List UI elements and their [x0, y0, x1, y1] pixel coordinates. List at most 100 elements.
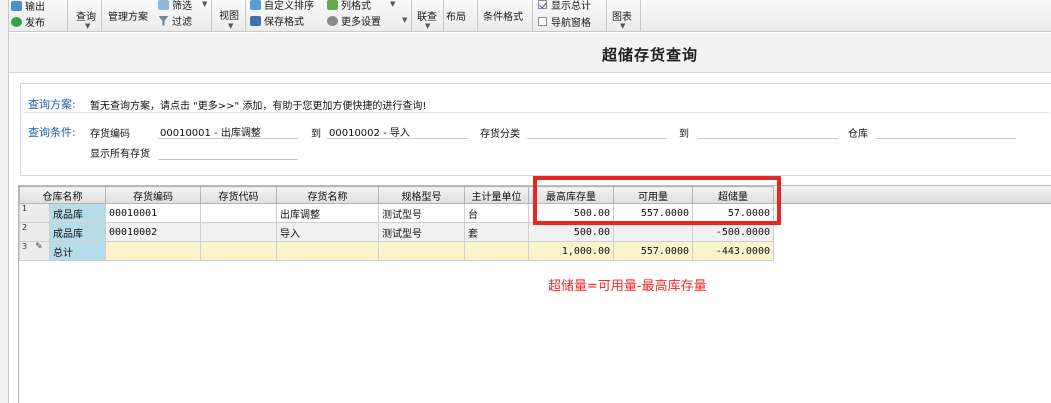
available-cell[interactable]: 557.0000: [613, 241, 693, 261]
link-query-label: 联查: [417, 12, 437, 23]
row-number: 3 ✎: [19, 241, 50, 261]
chart-dropdown-icon[interactable]: ▼: [620, 22, 625, 30]
filter-dropdown-icon[interactable]: ▼: [202, 0, 207, 8]
inv-code-label: 存货编码: [90, 129, 130, 140]
more-settings-dropdown-icon[interactable]: ▼: [402, 16, 407, 24]
row-number: 1: [19, 203, 50, 223]
inv-code-cell[interactable]: 00010001: [105, 203, 201, 223]
custom-sort-label: 自定义排序: [264, 1, 314, 12]
layout-button[interactable]: 布局: [446, 8, 466, 23]
warehouse-cell[interactable]: 成品库: [49, 222, 106, 242]
funnel-icon: [158, 15, 169, 26]
nav-pane-label: 导航窗格: [551, 18, 591, 29]
row-number: 2: [19, 222, 50, 242]
grid-header-filler: [774, 186, 1051, 204]
publish-icon: [11, 16, 22, 27]
warehouse-cell[interactable]: 总计: [49, 241, 106, 261]
ribbon-separator: [532, 0, 533, 32]
show-total-checkbox[interactable]: 显示总计: [538, 0, 591, 12]
ribbon-separator: [245, 0, 246, 32]
column-header[interactable]: 存货编码: [105, 186, 201, 204]
view-button[interactable]: 视图: [219, 7, 239, 22]
spec-cell[interactable]: 测试型号: [378, 222, 465, 242]
ribbon-toolbar: 输出 发布 查询 ▼ 管理方案 筛选 ▼ 过滤 视图 ▼ 自定义排序 保存格式 …: [9, 0, 1051, 32]
inv-code-cell[interactable]: [105, 241, 201, 261]
nav-pane-checkbox[interactable]: 导航窗格: [538, 14, 591, 29]
column-header[interactable]: 规格型号: [378, 186, 465, 204]
column-header[interactable]: 存货代码: [200, 186, 277, 204]
conditional-format-label: 条件格式: [483, 12, 523, 23]
inv-code-to-field[interactable]: 00010002 - 导入: [327, 122, 468, 139]
export-label: 输出: [25, 2, 45, 13]
warehouse-cell[interactable]: 成品库: [49, 203, 106, 223]
inv-alias-cell[interactable]: [200, 203, 277, 223]
column-format-button[interactable]: 列格式: [327, 0, 371, 12]
column-header[interactable]: 存货名称: [276, 186, 379, 204]
unit-cell[interactable]: [464, 241, 529, 261]
table-row[interactable]: 2 成品库 00010002 导入 测试型号 套 500.00 -500.000…: [19, 222, 774, 242]
total-row[interactable]: 3 ✎ 总计 1,000.00 557.0000 -443.0000: [19, 241, 774, 261]
inv-alias-cell[interactable]: [200, 222, 277, 242]
formula-annotation: 超储量=可用量-最高库存量: [548, 279, 707, 294]
custom-sort-button[interactable]: 自定义排序: [250, 0, 314, 12]
query-button[interactable]: 查询: [76, 8, 96, 23]
show-all-field[interactable]: [158, 143, 298, 160]
ribbon-separator: [606, 0, 607, 32]
inv-code-from-field[interactable]: 00010001 - 出库调整: [158, 122, 298, 139]
inv-category-from-field[interactable]: [527, 122, 667, 139]
link-query-dropdown-icon[interactable]: ▼: [425, 22, 430, 30]
manage-plan-button[interactable]: 管理方案: [108, 8, 148, 23]
inv-category-to-label: 到: [679, 129, 689, 140]
filter-button[interactable]: 过滤: [158, 13, 192, 28]
warehouse-field[interactable]: [876, 122, 1016, 139]
save-format-button[interactable]: 保存格式: [250, 13, 304, 28]
spec-cell[interactable]: 测试型号: [378, 203, 465, 223]
view-dropdown-icon[interactable]: ▼: [228, 22, 233, 30]
column-format-dropdown-icon[interactable]: ▼: [390, 0, 395, 8]
inv-code-cell[interactable]: 00010002: [105, 222, 201, 242]
column-header[interactable]: 主计量单位: [464, 186, 529, 204]
plan-message: 暂无查询方案，请点击 "更多>>" 添加，有助于您更加方便快捷的进行查询!: [90, 101, 427, 112]
show-total-check-icon: [538, 0, 547, 9]
sort-icon: [250, 0, 261, 10]
query-dropdown-icon[interactable]: ▼: [85, 22, 90, 30]
filter-menu-button[interactable]: 筛选: [158, 0, 192, 12]
export-button[interactable]: 输出: [11, 0, 45, 13]
save-icon: [250, 15, 261, 26]
ribbon-separator: [67, 0, 68, 32]
overstock-cell[interactable]: -443.0000: [692, 241, 774, 261]
query-label: 查询: [76, 12, 96, 23]
max-stock-cell[interactable]: 500.00: [528, 222, 614, 242]
spec-cell[interactable]: [378, 241, 465, 261]
title-bar: 超储存货查询: [9, 33, 1051, 73]
conditional-format-button[interactable]: 条件格式: [483, 8, 523, 23]
filter-menu-icon: [158, 0, 169, 10]
nav-pane-check-icon: [538, 17, 547, 26]
inv-name-cell[interactable]: 导入: [276, 222, 379, 242]
show-all-label: 显示所有存货: [90, 149, 150, 160]
chart-button[interactable]: 图表: [612, 8, 632, 23]
gear-icon: [327, 15, 338, 26]
max-stock-cell[interactable]: 1,000.00: [528, 241, 614, 261]
query-divider: [23, 112, 1050, 113]
column-format-label: 列格式: [341, 1, 371, 12]
inv-name-cell[interactable]: [276, 241, 379, 261]
export-icon: [11, 0, 22, 11]
inv-name-cell[interactable]: 出库调整: [276, 203, 379, 223]
overstock-cell[interactable]: -500.0000: [692, 222, 774, 242]
highlight-box: [533, 176, 781, 225]
chart-label: 图表: [612, 12, 632, 23]
column-format-icon: [327, 0, 338, 10]
unit-cell[interactable]: 套: [464, 222, 529, 242]
available-cell[interactable]: [613, 222, 693, 242]
column-header[interactable]: 仓库名称: [19, 186, 106, 204]
publish-button[interactable]: 发布: [11, 14, 45, 29]
more-settings-button[interactable]: 更多设置: [327, 13, 381, 28]
publish-label: 发布: [25, 18, 45, 29]
inv-category-to-field[interactable]: [697, 122, 838, 139]
link-query-button[interactable]: 联查: [417, 8, 437, 23]
inv-alias-cell[interactable]: [200, 241, 277, 261]
unit-cell[interactable]: 台: [464, 203, 529, 223]
ribbon-separator: [101, 0, 102, 32]
layout-label: 布局: [446, 12, 466, 23]
